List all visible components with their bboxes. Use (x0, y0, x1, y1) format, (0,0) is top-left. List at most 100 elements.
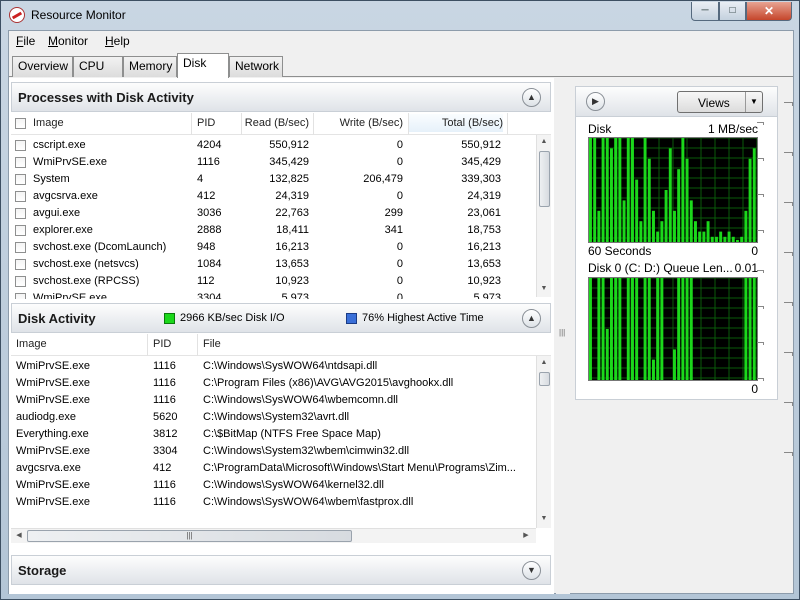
table-row[interactable]: WmiPrvSE.exe 1116 345,429 0 345,429 (11, 154, 536, 171)
cell-image: cscript.exe (33, 139, 86, 151)
panel-splitter[interactable]: ||| (556, 78, 570, 594)
disk-activity-bar (698, 231, 702, 242)
queue-activity-bar (660, 278, 664, 380)
processes-header[interactable]: Processes with Disk Activity ▲ (11, 82, 551, 112)
table-row[interactable]: avgcsrva.exe 412 24,319 0 24,319 (11, 188, 536, 205)
table-row[interactable]: WmiPrvSE.exe 1116 C:\Program Files (x86)\A… (11, 375, 536, 392)
table-row[interactable]: avgui.exe 3036 22,763 299 23,061 (11, 205, 536, 222)
scrollbar-thumb[interactable] (539, 372, 550, 386)
cell-write: 341 (384, 224, 403, 236)
table-row[interactable]: svchost.exe (netsvcs) 1084 13,653 0 13,653 (11, 256, 536, 273)
left-column: Processes with Disk Activity ▲ Image PID… (9, 78, 554, 594)
menu-file[interactable]: File (16, 34, 35, 48)
table-row[interactable]: cscript.exe 4204 550,912 0 550,912 (11, 137, 536, 154)
queue-activity-bar (673, 349, 676, 380)
chevron-down-icon[interactable]: ▼ (522, 561, 541, 580)
disk-graph-title: Disk (588, 122, 612, 136)
queue-activity-bar (597, 278, 601, 380)
cell-image: svchost.exe (netsvcs) (33, 258, 139, 270)
table-row[interactable]: System 4 132,825 206,479 339,303 (11, 171, 536, 188)
table-row[interactable]: explorer.exe 2888 18,411 341 18,753 (11, 222, 536, 239)
menu-monitor[interactable]: Monitor (48, 34, 88, 48)
maximize-button[interactable]: □ (719, 2, 746, 21)
row-checkbox[interactable] (15, 259, 26, 270)
row-checkbox[interactable] (15, 225, 26, 236)
queue-activity-bar (677, 278, 681, 380)
tab-overview[interactable]: Overview (12, 56, 73, 77)
tab-network[interactable]: Network (229, 56, 283, 77)
scroll-right-icon[interactable]: ▶ (521, 531, 531, 541)
disk-activity-scrollbar[interactable]: ▲ ▼ (536, 356, 551, 528)
table-row[interactable]: svchost.exe (DcomLaunch) 948 16,213 0 16,213 (11, 239, 536, 256)
tab-cpu[interactable]: CPU (73, 56, 123, 77)
row-checkbox[interactable] (15, 140, 26, 151)
chevron-up-icon[interactable]: ▲ (522, 88, 541, 107)
table-row[interactable]: Everything.exe 3812 C:\$BitMap (NTFS Free … (11, 426, 536, 443)
col-write[interactable]: Write (B/sec) (315, 117, 403, 129)
row-checkbox[interactable] (15, 208, 26, 219)
row-checkbox[interactable] (15, 191, 26, 202)
splitter-grip-icon[interactable]: ||| (559, 328, 565, 337)
row-checkbox[interactable] (15, 157, 26, 168)
queue-activity-bar (689, 278, 693, 380)
scroll-up-icon[interactable]: ▲ (539, 358, 549, 368)
table-row[interactable]: WmiPrvSE.exe 1116 C:\Windows\SysWOW64\ntds… (11, 358, 536, 375)
row-checkbox[interactable] (15, 174, 26, 185)
storage-header[interactable]: Storage ▼ (11, 555, 551, 585)
table-row[interactable]: WmiPrvSE.exe 3304 C:\Windows\System32\wbem… (11, 443, 536, 460)
close-button[interactable]: ✕ (746, 2, 792, 21)
scroll-up-icon[interactable]: ▲ (539, 137, 549, 147)
cell-pid: 948 (197, 241, 216, 253)
scroll-left-icon[interactable]: ◀ (14, 531, 24, 541)
hscrollbar-thumb[interactable]: ||| (27, 530, 352, 542)
col-pid[interactable]: PID (197, 117, 215, 129)
table-row[interactable]: avgcsrva.exe 412 C:\ProgramData\Microsoft\… (11, 460, 536, 477)
col-total-sorted[interactable]: Total (B/sec) (409, 114, 503, 132)
cell-image: WmiPrvSE.exe (16, 496, 90, 508)
tab-memory[interactable]: Memory (123, 56, 177, 77)
row-checkbox[interactable] (15, 242, 26, 253)
scroll-down-icon[interactable]: ▼ (539, 284, 549, 294)
select-all-checkbox[interactable] (15, 118, 26, 129)
menu-help[interactable]: Help (105, 34, 130, 48)
cell-read: 22,763 (275, 207, 309, 219)
views-button[interactable]: Views ▼ (677, 91, 763, 113)
chevron-up-icon[interactable]: ▲ (522, 309, 541, 328)
col-file[interactable]: File (203, 338, 221, 350)
graph-pane-header: ▶ Views ▼ (576, 87, 777, 117)
table-row[interactable]: svchost.exe (RPCSS) 112 10,923 0 10,923 (11, 273, 536, 290)
graph-pane: ▶ Views ▼ Disk 1 MB/sec 60 Seconds 0 Dis… (575, 86, 778, 400)
row-checkbox[interactable] (15, 276, 26, 287)
disk-activity-hscrollbar[interactable]: ◀ ||| ▶ (11, 528, 536, 543)
queue-activity-bar (643, 278, 647, 380)
chevron-right-icon[interactable]: ▶ (586, 92, 605, 111)
cell-file: C:\Windows\SysWOW64\ntdsapi.dll (203, 360, 378, 372)
minimize-button[interactable]: ─ (691, 2, 719, 21)
row-checkbox[interactable] (15, 293, 26, 299)
cell-total: 10,923 (467, 275, 501, 287)
table-row[interactable]: WmiPrvSE.exe 1116 C:\Windows\SysWOW64\kern… (11, 477, 536, 494)
table-row[interactable]: WmiPrvSE.exe 1116 C:\Windows\SysWOW64\wbem… (11, 392, 536, 409)
tab-disk[interactable]: Disk (177, 53, 229, 78)
table-row[interactable]: audiodg.exe 5620 C:\Windows\System32\avrt.… (11, 409, 536, 426)
window-title: Resource Monitor (31, 8, 126, 22)
scroll-down-icon[interactable]: ▼ (539, 514, 549, 524)
cell-read: 345,429 (269, 156, 309, 168)
disk-activity-bar (652, 210, 655, 242)
cell-write: 0 (396, 156, 403, 168)
disk-activity-header[interactable]: Disk Activity 2966 KB/sec Disk I/O 76% H… (11, 303, 551, 333)
disk-activity-bar (685, 158, 689, 242)
views-dropdown-icon[interactable]: ▼ (745, 92, 762, 112)
col-read[interactable]: Read (B/sec) (243, 117, 309, 129)
right-edge-ruler (784, 82, 794, 582)
col-image[interactable]: Image (16, 338, 47, 350)
table-row[interactable]: WmiPrvSE.exe 1116 C:\Windows\SysWOW64\wbem… (11, 494, 536, 511)
cell-read: 24,319 (275, 190, 309, 202)
col-image[interactable]: Image (33, 117, 64, 129)
col-pid[interactable]: PID (153, 338, 171, 350)
cell-total: 339,303 (461, 173, 501, 185)
scrollbar-thumb[interactable] (539, 151, 550, 207)
table-row[interactable]: WmiPrvSE.exe 3304 5,973 0 5,973 (11, 290, 536, 299)
processes-scrollbar[interactable]: ▲ ▼ (536, 135, 551, 297)
title-bar[interactable]: Resource Monitor ─ □ ✕ (1, 1, 799, 29)
